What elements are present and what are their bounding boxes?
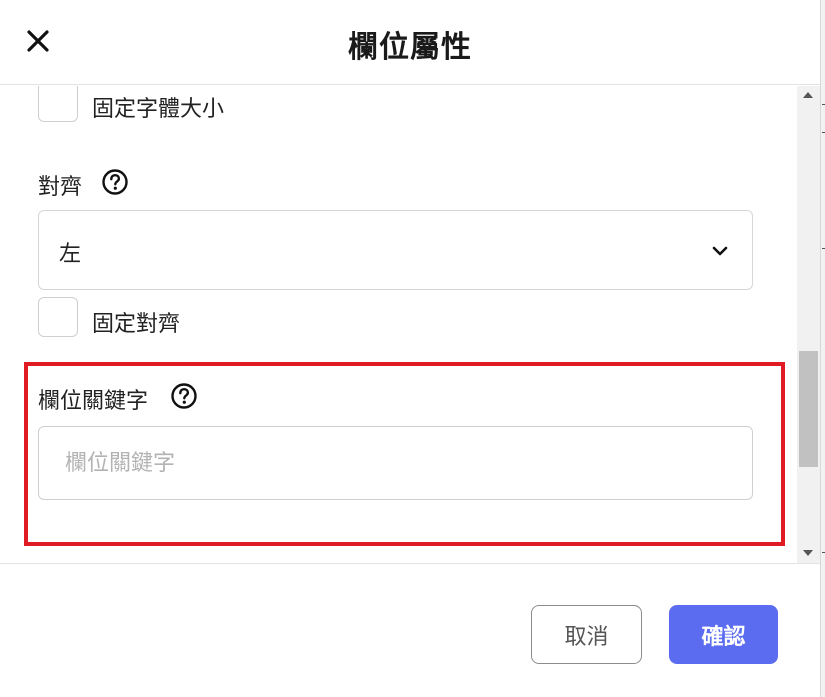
question-circle-icon[interactable] [170, 382, 198, 410]
fixed-font-size-checkbox[interactable] [38, 86, 78, 122]
field-keyword-label: 欄位關鍵字 [38, 389, 149, 414]
vertical-scrollbar[interactable] [797, 86, 820, 564]
alignment-selected-value: 左 [59, 242, 82, 267]
scroll-down-arrow-icon[interactable] [803, 550, 813, 556]
dialog-header: 欄位屬性 [0, 0, 820, 85]
alignment-select[interactable]: 左 [38, 210, 753, 290]
cancel-button[interactable]: 取消 [531, 605, 642, 664]
fixed-alignment-label: 固定對齊 [92, 312, 181, 337]
scrollbar-thumb[interactable] [799, 351, 818, 467]
fixed-alignment-checkbox[interactable] [38, 297, 78, 337]
dialog-footer: 取消 確認 [0, 563, 820, 697]
chevron-down-icon [712, 246, 728, 256]
dialog-body: 固定字體大小 對齊 左 固定對齊 欄位關鍵字 [0, 86, 820, 564]
field-properties-dialog: 欄位屬性 固定字體大小 對齊 左 固定對齊 欄位關鍵字 欄位關鍵字 取消 確認 [0, 0, 820, 697]
field-keyword-input[interactable] [38, 426, 753, 500]
fixed-font-size-label: 固定字體大小 [92, 97, 225, 122]
background-window-edge [820, 0, 825, 697]
scroll-up-arrow-icon[interactable] [803, 92, 813, 98]
confirm-button[interactable]: 確認 [669, 605, 778, 664]
question-circle-icon[interactable] [101, 168, 129, 196]
alignment-label: 對齊 [38, 175, 83, 200]
dialog-title: 欄位屬性 [348, 30, 472, 65]
